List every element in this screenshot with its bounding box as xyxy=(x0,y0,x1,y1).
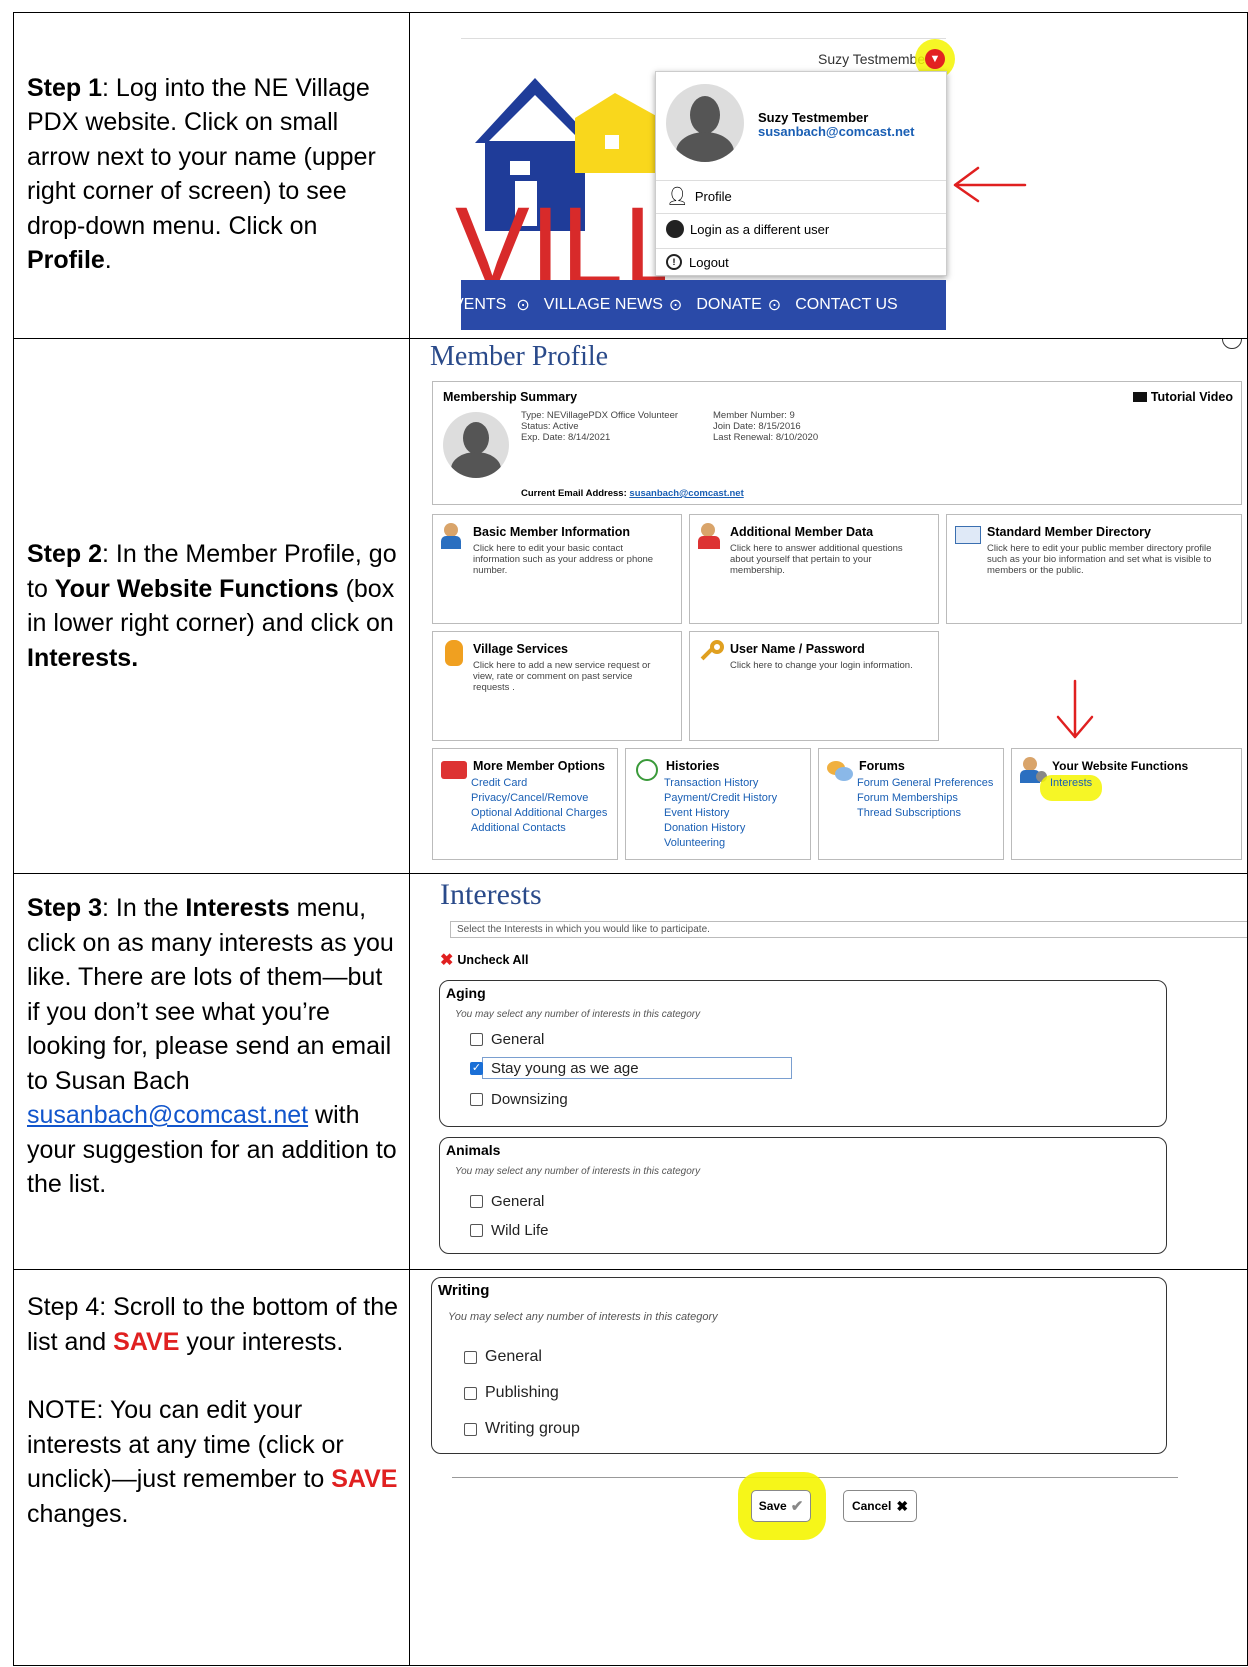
link-transaction-history[interactable]: Transaction History xyxy=(664,776,777,791)
power-icon: ! xyxy=(666,254,682,270)
link-privacy-cancel[interactable]: Privacy/Cancel/Remove xyxy=(471,791,607,806)
username-link[interactable]: Suzy Testmember xyxy=(818,51,930,67)
interest-checkbox-checked[interactable]: ✓ Stay young as we age xyxy=(470,1060,639,1077)
interest-checkbox[interactable]: Downsizing xyxy=(470,1091,568,1108)
dropdown-email: susanbach@comcast.net xyxy=(758,124,915,139)
step1-screenshot: VILLA Suzy Testmember ▼ Suzy Testmember … xyxy=(409,12,1248,339)
category-animals: Animals You may select any number of int… xyxy=(439,1137,1167,1254)
person-data-icon xyxy=(698,523,726,551)
help-icon[interactable] xyxy=(1222,339,1242,349)
instruction-table: Step 1: Log into the NE Village PDX webs… xyxy=(13,12,1248,1666)
village-logo: VILLA xyxy=(455,78,665,293)
nav-contact-us[interactable]: CONTACT US xyxy=(795,296,898,314)
x-icon: ✖ xyxy=(440,952,454,969)
key-icon xyxy=(698,640,726,668)
credit-card-icon xyxy=(441,757,469,785)
step3-screenshot: Interests Select the Interests in which … xyxy=(409,873,1248,1270)
membership-summary: Membership Summary Tutorial Video Type: … xyxy=(432,381,1242,505)
annotation-arrow-icon xyxy=(1056,679,1094,739)
step2-cell: Step 2: In the Member Profile, go to You… xyxy=(13,338,410,874)
annotation-arrow-icon xyxy=(953,166,1027,203)
nav-donate[interactable]: DONATE xyxy=(696,296,761,314)
person-card-icon xyxy=(441,523,469,551)
additional-member-data-tile[interactable]: Additional Member Data Click here to answ… xyxy=(689,514,939,624)
clock-icon xyxy=(634,757,662,785)
forums-tile: Forums Forum General Preferences Forum M… xyxy=(818,748,1004,860)
cancel-button[interactable]: Cancel ✖ xyxy=(843,1490,917,1522)
menu-logout[interactable]: ! Logout xyxy=(666,254,729,270)
link-forum-preferences[interactable]: Forum General Preferences xyxy=(857,776,993,791)
link-optional-charges[interactable]: Optional Additional Charges xyxy=(471,806,607,821)
category-aging: Aging You may select any number of inter… xyxy=(439,980,1167,1127)
interest-checkbox[interactable]: Wild Life xyxy=(470,1222,549,1239)
link-volunteering[interactable]: Volunteering xyxy=(664,836,777,851)
x-icon: ✖ xyxy=(896,1497,909,1514)
histories-tile: Histories Transaction History Payment/Cr… xyxy=(625,748,811,860)
checkmark-icon: ✔ xyxy=(790,1498,804,1515)
menu-login-different[interactable]: Login as a different user xyxy=(666,220,829,238)
chevron-icon: ⊙ xyxy=(516,297,530,314)
website-functions-tile: Your Website Functions Interests xyxy=(1011,748,1242,860)
step1-cell: Step 1: Log into the NE Village PDX webs… xyxy=(13,12,410,339)
link-donation-history[interactable]: Donation History xyxy=(664,821,777,836)
standard-member-directory-tile[interactable]: Standard Member Directory Click here to e… xyxy=(946,514,1242,624)
avatar xyxy=(666,84,744,162)
chat-bubble-icon xyxy=(827,757,855,785)
email-link[interactable]: susanbach@comcast.net xyxy=(629,488,743,499)
hand-icon xyxy=(441,640,469,668)
chevron-down-icon[interactable]: ▼ xyxy=(925,49,945,69)
dropdown-name: Suzy Testmember xyxy=(758,110,869,125)
headset-icon xyxy=(666,220,684,238)
more-member-options-tile: More Member Options Credit Card Privacy/… xyxy=(432,748,618,860)
logo-text: VILLA xyxy=(455,184,665,293)
tutorial-video-link[interactable]: Tutorial Video xyxy=(1132,390,1233,404)
video-icon xyxy=(1132,392,1147,402)
link-forum-memberships[interactable]: Forum Memberships xyxy=(857,791,993,806)
village-services-tile[interactable]: Village Services Click here to add a new … xyxy=(432,631,682,741)
step1-label: Step 1 xyxy=(27,73,103,102)
interest-checkbox[interactable]: General xyxy=(470,1031,544,1048)
directory-card-icon xyxy=(955,523,983,551)
person-icon: 👤︎ xyxy=(666,186,689,206)
step4-cell: Step 4: Scroll to the bottom of the list… xyxy=(13,1269,410,1666)
interest-checkbox[interactable]: General xyxy=(470,1193,544,1210)
interest-checkbox[interactable]: Publishing xyxy=(464,1384,559,1402)
menu-profile[interactable]: 👤︎ Profile xyxy=(666,186,732,207)
interests-title: Interests xyxy=(440,878,542,911)
nav-village-news[interactable]: VILLAGE NEWS xyxy=(544,296,663,314)
step2-screenshot: Member Profile Membership Summary Tutori… xyxy=(409,338,1248,874)
uncheck-all-button[interactable]: ✖ Uncheck All xyxy=(440,950,529,970)
interest-checkbox[interactable]: Writing group xyxy=(464,1420,580,1438)
interest-checkbox[interactable]: General xyxy=(464,1348,542,1366)
basic-member-info-tile[interactable]: Basic Member Information Click here to ed… xyxy=(432,514,682,624)
link-thread-subscriptions[interactable]: Thread Subscriptions xyxy=(857,806,993,821)
page-title: Member Profile xyxy=(430,341,609,372)
interests-prompt: Select the Interests in which you would … xyxy=(450,921,1247,938)
user-dropdown: Suzy Testmember susanbach@comcast.net 👤︎… xyxy=(655,71,947,276)
chevron-icon: ⊙ xyxy=(767,297,782,314)
link-additional-contacts[interactable]: Additional Contacts xyxy=(471,821,607,836)
step3-cell: Step 3: In the Interests menu, click on … xyxy=(13,873,410,1270)
category-writing: Writing You may select any number of int… xyxy=(431,1277,1167,1454)
link-payment-history[interactable]: Payment/Credit History xyxy=(664,791,777,806)
checkmark-icon: ✓ xyxy=(470,1062,483,1075)
avatar xyxy=(443,412,509,478)
link-interests[interactable]: Interests xyxy=(1050,776,1092,791)
chevron-icon: ⊙ xyxy=(668,297,683,314)
nav-events[interactable]: VENTS xyxy=(461,296,506,314)
save-button[interactable]: Save ✔ xyxy=(751,1490,811,1522)
step4-screenshot: Writing You may select any number of int… xyxy=(409,1269,1248,1666)
username-password-tile[interactable]: User Name / Password Click here to change… xyxy=(689,631,939,741)
link-credit-card[interactable]: Credit Card xyxy=(471,776,607,791)
nav-bar: VENTS ⊙ VILLAGE NEWS ⊙ DONATE ⊙ CONTACT US xyxy=(461,280,946,330)
email-link[interactable]: susanbach@comcast.net xyxy=(27,1101,308,1129)
link-event-history[interactable]: Event History xyxy=(664,806,777,821)
